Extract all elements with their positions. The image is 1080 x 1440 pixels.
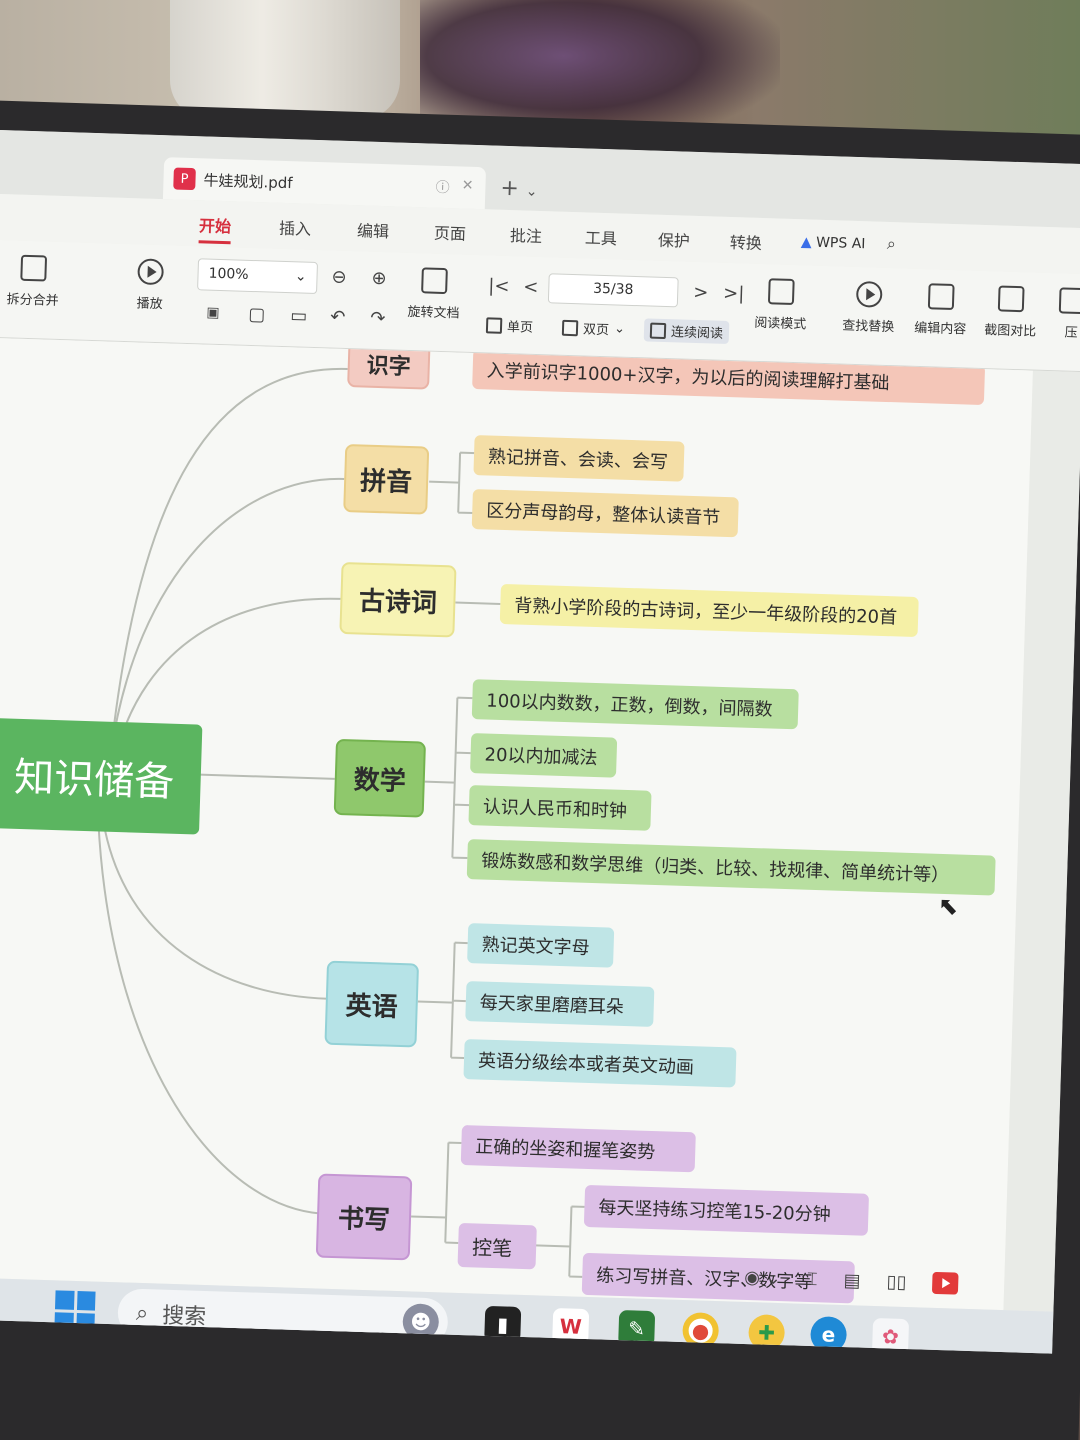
menu-insert[interactable]: 插入 [279, 215, 312, 240]
rotate-left-icon[interactable]: ↶ [330, 306, 346, 327]
new-tab-button[interactable]: + ⌄ [500, 176, 538, 202]
menu-annotate[interactable]: 批注 [510, 222, 543, 247]
read-mode-button[interactable]: 阅读模式 [754, 278, 808, 332]
category-pinyin[interactable]: 拼音 [343, 444, 430, 515]
chevron-down-icon: ⌄ [525, 183, 538, 200]
leaf-math-3[interactable]: 认识人民币和时钟 [468, 785, 652, 831]
rotate-document-icon [421, 267, 448, 295]
search-icon: ⌕ [135, 1300, 149, 1326]
leaf-writing-1[interactable]: 正确的坐姿和握笔姿势 [460, 1125, 696, 1173]
double-page-icon [561, 319, 579, 336]
subcategory-pen-control[interactable]: 控笔 [457, 1222, 537, 1270]
close-icon[interactable]: ✕ [461, 178, 473, 198]
leaf-pen-control-1[interactable]: 每天坚持练习控笔15-20分钟 [583, 1184, 870, 1236]
magnifier-icon [855, 280, 883, 308]
prev-page-icon[interactable]: < [523, 277, 539, 298]
screenshot-icon [997, 285, 1025, 313]
mouse-cursor: ⬉ [937, 891, 959, 921]
continuous-read-icon [649, 322, 667, 339]
menu-tools[interactable]: 工具 [585, 224, 618, 249]
document-tab-title: 牛娃规划.pdf [203, 170, 293, 192]
rotate-document-button[interactable]: 旋转文档 [407, 267, 461, 322]
menu-edit[interactable]: 编辑 [357, 217, 390, 242]
leaf-english-2[interactable]: 每天家里磨磨耳朵 [465, 981, 655, 1027]
book-icon [767, 278, 795, 306]
menu-wps-ai[interactable]: ▲ WPS AI [801, 234, 866, 252]
vase [170, 0, 400, 120]
screenshot-compare-button[interactable]: 截图对比 [984, 285, 1038, 340]
leaf-pinyin-1[interactable]: 熟记拼音、会读、会写 [473, 435, 685, 482]
document-canvas[interactable]: 识字 入学前识字1000+汉字，为以后的阅读理解打基础 知识储备 拼音 熟记拼音… [0, 337, 1033, 1311]
menu-page[interactable]: 页面 [434, 220, 467, 245]
zoom-select[interactable]: 100% ⌄ [197, 258, 319, 295]
find-replace-button[interactable]: 查找替换 [842, 280, 896, 335]
leaf-english-1[interactable]: 熟记英文字母 [467, 923, 615, 968]
leaf-english-3[interactable]: 英语分级绘本或者英文动画 [463, 1039, 737, 1088]
menu-convert[interactable]: 转换 [729, 229, 763, 254]
continuous-view-icon[interactable]: ⌶ [806, 1268, 817, 1289]
rotate-right-icon[interactable]: ↷ [370, 308, 386, 329]
split-merge-button[interactable]: 拆分合并 [6, 254, 60, 309]
fit-page-icon[interactable]: ▢ [248, 304, 266, 326]
chevron-down-icon: ⌄ [294, 268, 307, 285]
single-page-icon [485, 316, 503, 334]
zoom-out-icon[interactable]: ⊖ [331, 266, 347, 287]
slideshow-icon[interactable] [932, 1271, 959, 1295]
zoom-in-icon[interactable]: ⊕ [371, 268, 387, 289]
page-number-input[interactable]: 35/38 [547, 273, 679, 308]
first-page-icon[interactable]: |< [488, 275, 510, 297]
double-page-button[interactable]: 双页 ⌄ [561, 318, 625, 339]
wps-ai-icon: ▲ [800, 234, 812, 251]
mindmap-root[interactable]: 知识储备 [0, 717, 203, 835]
play-icon [137, 258, 165, 286]
category-math[interactable]: 数学 [333, 738, 426, 818]
eye-icon[interactable]: ◉ ⌄ [744, 1266, 781, 1288]
menu-protect[interactable]: 保护 [658, 227, 691, 252]
info-icon[interactable]: ⓘ [435, 177, 450, 197]
single-page-button[interactable]: 单页 [485, 315, 534, 336]
leaf-pinyin-2[interactable]: 区分声母韵母，整体认读音节 [471, 489, 739, 538]
single-view-icon[interactable]: ▤ [843, 1270, 861, 1292]
actual-size-icon[interactable]: ▣ [206, 305, 220, 321]
edit-icon [927, 283, 955, 311]
edit-content-button[interactable]: 编辑内容 [914, 283, 968, 337]
category-poetry[interactable]: 古诗词 [339, 561, 457, 638]
pdf-icon: P [173, 167, 196, 191]
search-icon[interactable]: ⌕ [887, 234, 897, 254]
compress-button[interactable]: 压 [1058, 287, 1080, 341]
compress-icon [1058, 287, 1080, 315]
continuous-read-button[interactable]: 连续阅读 [643, 318, 730, 344]
leaf-math-2[interactable]: 20以内加减法 [470, 733, 618, 778]
last-page-icon[interactable]: >| [723, 283, 745, 305]
category-english[interactable]: 英语 [324, 960, 420, 1048]
fit-width-icon[interactable]: ▭ [290, 305, 308, 327]
double-view-icon[interactable]: ▯▯ [886, 1271, 906, 1293]
menu-start[interactable]: 开始 [198, 212, 232, 245]
category-writing[interactable]: 书写 [315, 1173, 413, 1261]
split-merge-icon [20, 254, 48, 282]
play-button[interactable]: 播放 [136, 258, 165, 312]
laptop-screen: P 牛娃规划.pdf ⓘ ✕ + ⌄ 开始 插入 编辑 页面 批注 工具 保护 … [0, 130, 1080, 1354]
next-page-icon[interactable]: > [693, 282, 709, 303]
